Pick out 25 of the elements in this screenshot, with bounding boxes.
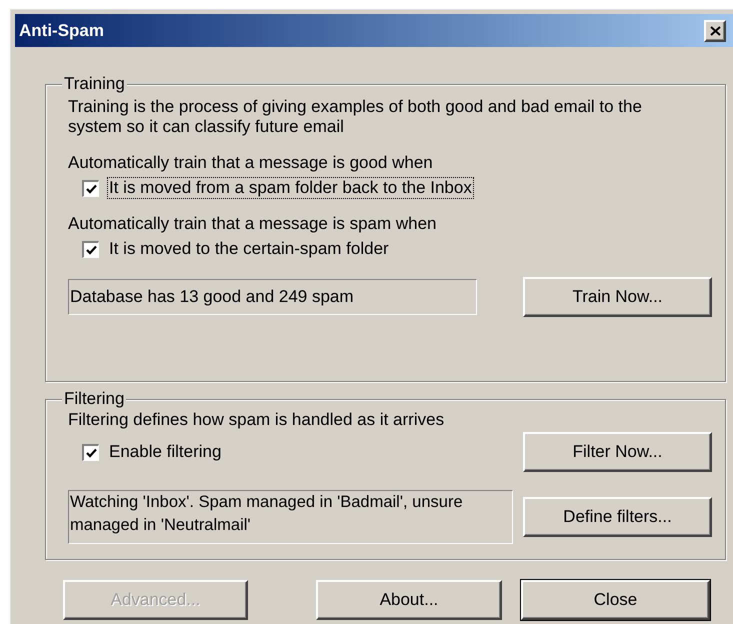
checkbox-label[interactable]: It is moved from a spam folder back to the Inbox: [108, 178, 473, 198]
close-icon: [710, 26, 720, 36]
checkmark-icon: [86, 448, 96, 458]
group-title: Filtering: [62, 389, 126, 409]
window-title: Anti-Spam: [19, 20, 104, 42]
checkmark-icon: [86, 184, 96, 194]
status-field: Database has 13 good and 249 spam: [68, 279, 477, 315]
rule-heading: Automatically train that a message is spam when: [68, 214, 438, 234]
checkmark-icon: [86, 244, 96, 254]
training-description: Training is the process of giving examples of both good and bad email to the system so it can classify future email: [68, 97, 643, 137]
checkbox[interactable]: [82, 444, 99, 460]
checkbox-label[interactable]: It is moved to the certain-spam folder: [108, 239, 390, 259]
checkbox[interactable]: [82, 240, 99, 258]
dialog-button[interactable]: Close: [521, 580, 710, 620]
checkbox[interactable]: [82, 180, 99, 196]
close-button[interactable]: [704, 20, 726, 42]
dialog-button[interactable]: Train Now...: [523, 277, 712, 317]
dialog-button[interactable]: Filter Now...: [523, 432, 712, 472]
status-field: Watching 'Inbox'. Spam managed in 'Badmail', unsure managed in 'Neutralmail': [68, 490, 513, 544]
checkbox-label[interactable]: Enable filtering: [108, 442, 222, 462]
dialog-button[interactable]: Define filters...: [523, 497, 712, 537]
group-title: Training: [62, 74, 127, 94]
rule-heading: Automatically train that a message is good when: [68, 153, 434, 173]
dialog-button[interactable]: About...: [316, 580, 502, 620]
filtering-description: Filtering defines how spam is handled as it arrives: [68, 410, 446, 430]
